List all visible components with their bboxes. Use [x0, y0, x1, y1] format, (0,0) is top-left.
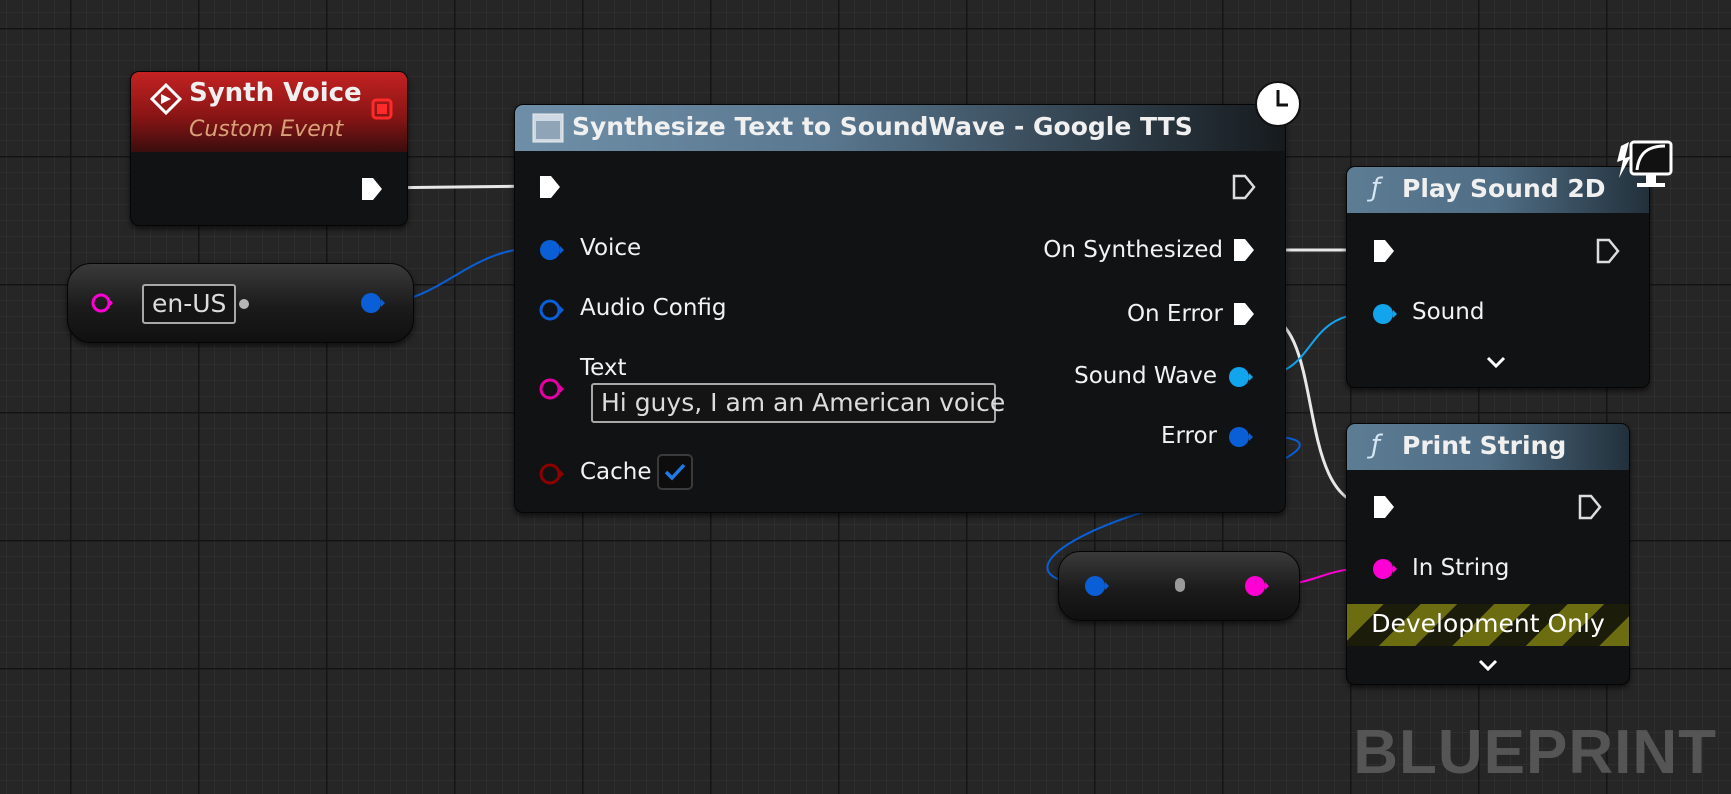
event-subtitle: Custom Event	[189, 117, 344, 142]
exec-input-pin[interactable]	[1371, 237, 1397, 269]
chevron-down-icon[interactable]	[1477, 658, 1499, 678]
sound-pin[interactable]	[1371, 302, 1399, 330]
event-title: Synth Voice	[189, 78, 362, 108]
print-string-title: Print String	[1402, 431, 1567, 460]
text-value-field[interactable]: Hi guys, I am an American voice	[591, 383, 1005, 423]
voice-pin[interactable]	[538, 238, 566, 266]
audio-config-label: Audio Config	[580, 295, 727, 321]
audio-config-pin[interactable]	[538, 298, 566, 326]
client-only-monitor-icon	[1615, 140, 1675, 196]
sound-wave-label: Sound Wave	[1074, 363, 1217, 389]
on-synthesized-pin[interactable]	[1231, 236, 1257, 268]
on-error-pin[interactable]	[1231, 300, 1257, 332]
struct-output-pin[interactable]	[359, 291, 387, 319]
play-sound-title: Play Sound 2D	[1402, 174, 1606, 203]
exec-then-pin[interactable]	[1231, 173, 1257, 205]
exec-then-pin[interactable]	[1577, 493, 1603, 525]
literal-pin-dot	[238, 296, 250, 315]
cache-label: Cache	[580, 459, 652, 485]
voice-label: Voice	[580, 235, 642, 261]
voice-literal-node[interactable]: en-US	[67, 263, 414, 343]
in-string-pin[interactable]	[1371, 557, 1399, 585]
exec-then-pin[interactable]	[1595, 237, 1621, 269]
on-error-label: On Error	[1126, 301, 1223, 327]
sound-label: Sound	[1412, 299, 1485, 325]
cache-checkbox[interactable]	[657, 454, 693, 494]
sound-wave-pin[interactable]	[1227, 365, 1255, 393]
blueprint-watermark: BLUEPRINT	[1353, 718, 1717, 787]
string-input-pin[interactable]	[90, 291, 114, 319]
struct-input-pin[interactable]	[1083, 574, 1111, 602]
latent-clock-icon	[1254, 80, 1302, 132]
synth-voice-event-node[interactable]: Synth Voice Custom Event	[130, 71, 408, 226]
function-f-icon: ƒ	[1371, 430, 1381, 460]
function-f-icon: ƒ	[1371, 173, 1381, 203]
event-diamond-icon	[149, 82, 183, 120]
error-pin[interactable]	[1227, 425, 1255, 453]
chevron-down-icon[interactable]	[1485, 355, 1507, 375]
synthesize-tts-node[interactable]: Synthesize Text to SoundWave - Google TT…	[514, 104, 1286, 513]
string-output-pin[interactable]	[1243, 574, 1271, 602]
cache-pin[interactable]	[538, 462, 566, 490]
error-to-string-conversion-node[interactable]	[1058, 551, 1300, 621]
on-synthesized-label: On Synthesized	[1043, 237, 1223, 263]
exec-output-pin[interactable]	[359, 175, 385, 207]
play-sound-2d-node[interactable]: ƒ Play Sound 2D Sound	[1346, 166, 1650, 388]
exec-input-pin[interactable]	[1371, 493, 1397, 525]
exec-input-pin[interactable]	[537, 173, 563, 205]
text-pin[interactable]	[538, 377, 566, 405]
conversion-dot-icon	[1174, 577, 1186, 597]
window-icon	[532, 113, 564, 147]
error-label: Error	[1160, 423, 1217, 449]
delegate-pin-icon[interactable]	[371, 98, 393, 124]
print-string-node[interactable]: ƒ Print String In String Development Onl…	[1346, 423, 1630, 685]
voice-value-field[interactable]: en-US	[142, 284, 237, 324]
development-only-label: Development Only	[1371, 609, 1605, 638]
synth-title: Synthesize Text to SoundWave - Google TT…	[572, 112, 1193, 141]
text-label: Text	[580, 355, 627, 381]
in-string-label: In String	[1412, 555, 1510, 581]
